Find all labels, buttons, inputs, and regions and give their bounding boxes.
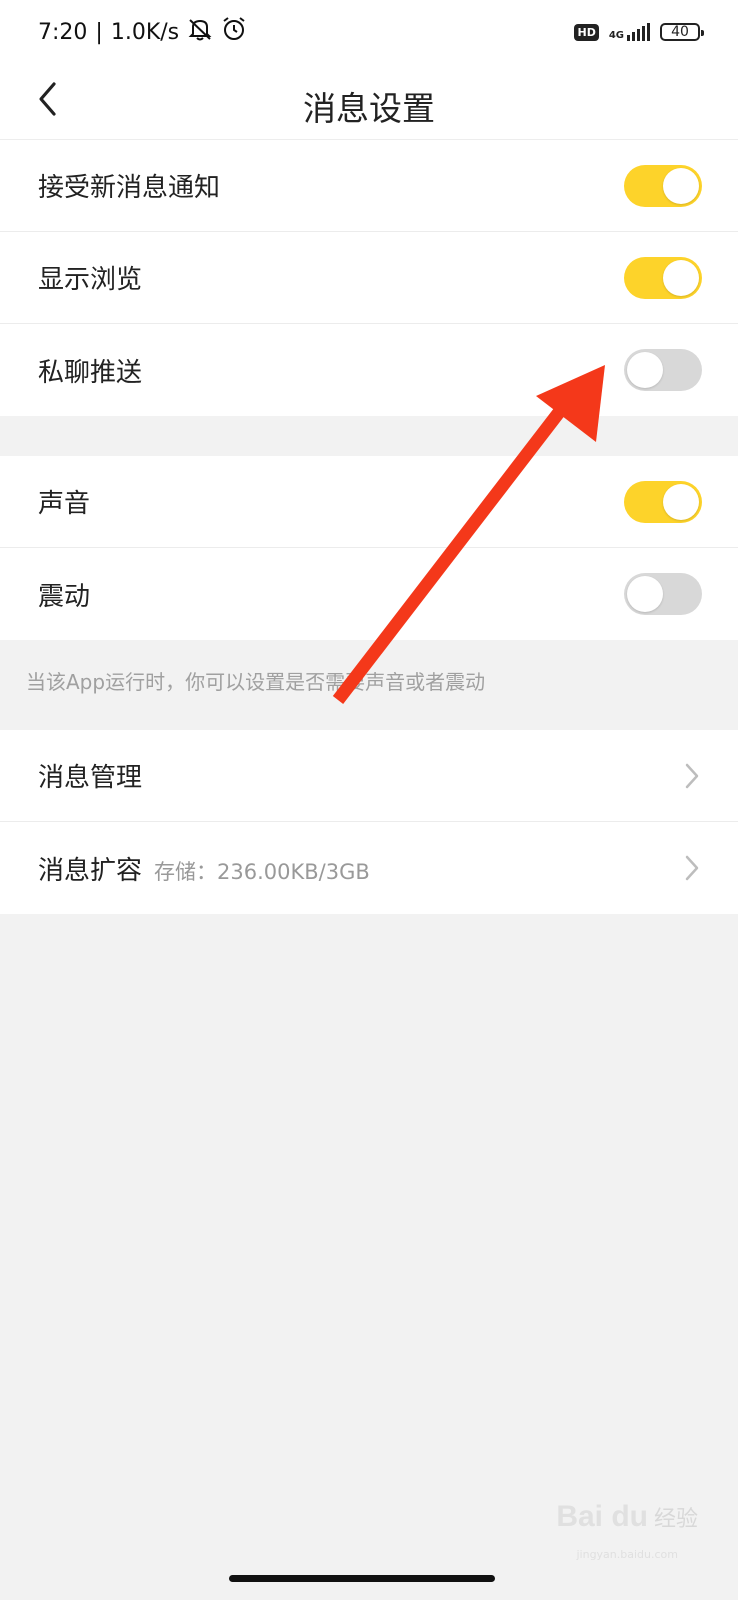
- message-management-row[interactable]: 消息管理: [0, 730, 738, 822]
- back-button[interactable]: [26, 76, 70, 126]
- setting-row-private-chat-push: 私聊推送: [0, 324, 738, 416]
- sound-toggle[interactable]: [624, 480, 702, 523]
- battery-icon: 40: [660, 23, 704, 41]
- battery-level: 40: [671, 24, 689, 40]
- top-bar: 消息设置: [0, 64, 738, 140]
- signal-icon: 4G: [609, 23, 650, 41]
- setting-row-show-preview: 显示浏览: [0, 232, 738, 324]
- home-indicator[interactable]: [229, 1575, 495, 1582]
- setting-row-vibration: 震动: [0, 548, 738, 640]
- notification-settings-group: 接受新消息通知 显示浏览 私聊推送: [0, 140, 738, 416]
- status-time: 7:20: [38, 19, 88, 45]
- chevron-right-icon: [682, 759, 702, 793]
- status-bar: 7:20 | 1.0K/s HD 4G 40: [0, 0, 738, 64]
- setting-label: 消息扩容: [38, 855, 143, 886]
- new-message-notification-toggle[interactable]: [624, 164, 702, 207]
- status-net-speed: 1.0K/s: [110, 19, 180, 45]
- message-expansion-row[interactable]: 消息扩容 存储：236.00KB/3GB: [0, 822, 738, 914]
- sound-vibration-group: 声音 震动: [0, 456, 738, 640]
- setting-label: 私聊推送: [38, 357, 143, 388]
- status-left: 7:20 | 1.0K/s: [38, 16, 247, 48]
- watermark-url: jingyan.baidu.com: [576, 1548, 678, 1561]
- status-right: HD 4G 40: [574, 23, 704, 41]
- bell-off-icon: [187, 16, 213, 48]
- vibration-toggle[interactable]: [624, 573, 702, 615]
- watermark-logo: Bai du: [556, 1500, 648, 1533]
- chevron-left-icon: [36, 81, 60, 121]
- setting-label: 消息管理: [38, 763, 143, 793]
- private-chat-push-toggle[interactable]: [624, 349, 702, 391]
- hd-badge: HD: [574, 23, 599, 41]
- setting-row-sound: 声音: [0, 456, 738, 548]
- watermark-text: 经验: [653, 1507, 698, 1532]
- storage-usage: 存储：236.00KB/3GB: [154, 859, 370, 884]
- page-title: 消息设置: [303, 89, 435, 128]
- setting-label: 震动: [38, 581, 91, 612]
- status-separator: |: [95, 19, 103, 45]
- setting-label: 接受新消息通知: [38, 173, 221, 203]
- setting-row-new-message-notification: 接受新消息通知: [0, 140, 738, 232]
- alarm-icon: [221, 16, 247, 48]
- chevron-right-icon: [682, 851, 702, 885]
- setting-label: 显示浏览: [38, 265, 143, 295]
- message-management-group: 消息管理 消息扩容 存储：236.00KB/3GB: [0, 730, 738, 914]
- message-expansion-label-group: 消息扩容 存储：236.00KB/3GB: [38, 850, 370, 887]
- setting-label: 声音: [38, 489, 91, 519]
- network-type: 4G: [608, 30, 624, 41]
- hint-text: 当该App运行时，你可以设置是否需要声音或者震动: [26, 670, 486, 694]
- show-preview-toggle[interactable]: [624, 256, 702, 299]
- baidu-watermark: Bai du 经验: [556, 1500, 698, 1534]
